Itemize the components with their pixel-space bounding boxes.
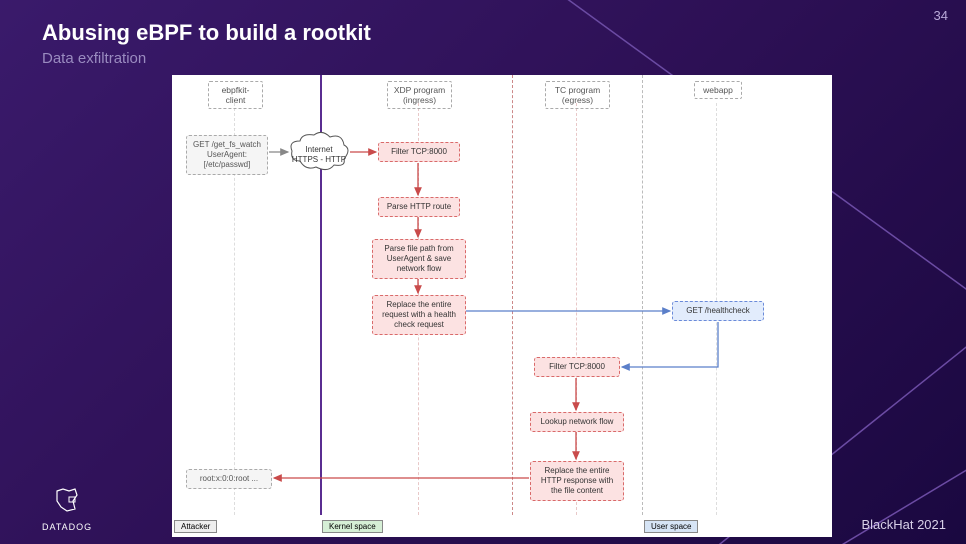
footer-text: BlackHat 2021 — [861, 517, 946, 532]
logo-text: DATADOG — [42, 522, 92, 532]
node-parse-route: Parse HTTP route — [378, 197, 460, 217]
space-attacker: Attacker — [174, 520, 217, 533]
cloud-label: Internet HTTPS - HTTP — [288, 131, 350, 164]
slide-title: Abusing eBPF to build a rootkit — [42, 20, 371, 46]
slide-subtitle: Data exfiltration — [42, 50, 371, 67]
node-replace-request: Replace the entire request with a health… — [372, 295, 466, 335]
dog-icon — [53, 487, 81, 520]
node-parse-path: Parse file path from UserAgent & save ne… — [372, 239, 466, 279]
datadog-logo: DATADOG — [42, 487, 92, 532]
node-replace-response: Replace the entire HTTP response with th… — [530, 461, 624, 501]
page-number: 34 — [934, 8, 948, 23]
space-user: User space — [644, 520, 698, 533]
node-filter-tcp-egress: Filter TCP:8000 — [534, 357, 620, 377]
flow-diagram: ebpfkit-client XDP program (ingress) TC … — [172, 75, 832, 537]
node-request: GET /get_fs_watch UserAgent: [/etc/passw… — [186, 135, 268, 175]
node-healthcheck: GET /healthcheck — [672, 301, 764, 321]
node-internet: Internet HTTPS - HTTP — [288, 131, 350, 173]
node-filter-tcp-ingress: Filter TCP:8000 — [378, 142, 460, 162]
node-lookup-flow: Lookup network flow — [530, 412, 624, 432]
space-kernel: Kernel space — [322, 520, 383, 533]
slide-header: Abusing eBPF to build a rootkit Data exf… — [42, 20, 371, 67]
node-result: root:x:0:0:root ... — [186, 469, 272, 489]
